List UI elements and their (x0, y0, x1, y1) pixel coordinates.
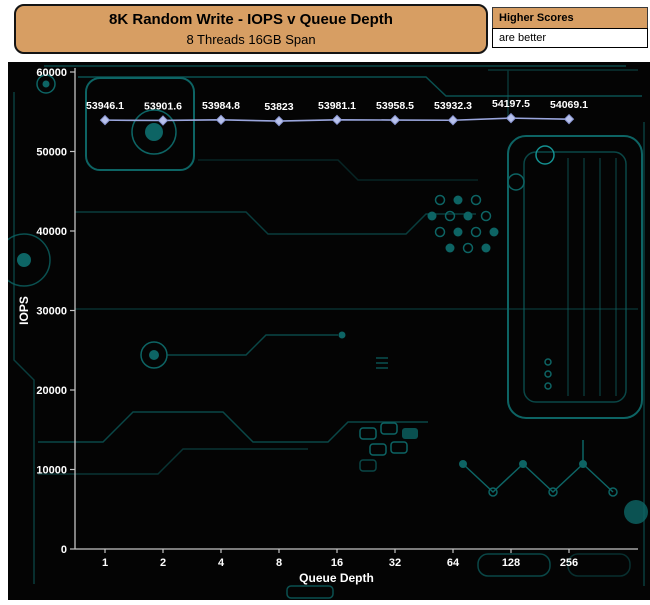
data-point-label: 54197.5 (492, 98, 530, 110)
x-tick-label: 32 (389, 557, 401, 569)
chart-subtitle: 8 Threads 16GB Span (186, 32, 316, 47)
data-point-label: 53932.3 (434, 100, 472, 112)
circuit-pattern-decoration (0, 65, 648, 599)
y-tick-label: 50000 (36, 147, 67, 159)
series-layer: 53946.1 53901.6 53984.8 53823 53981.1 53958.5… (86, 98, 588, 127)
data-point-label: 53981.1 (318, 100, 356, 112)
x-tick-label: 128 (502, 557, 520, 569)
chart-panel: 0 10000 20000 30000 40000 50000 60000 1 2 4 8 16 32 6… (0, 62, 650, 600)
data-point-marker (99, 114, 111, 126)
data-point-marker (157, 115, 169, 126)
x-tick-label: 16 (331, 557, 343, 569)
y-tick-label: 30000 (36, 306, 67, 318)
data-point-marker (389, 114, 401, 126)
data-point-marker (563, 113, 575, 125)
legend-are-better-label: are better (492, 28, 648, 48)
chart-title-banner: 8K Random Write - IOPS v Queue Depth 8 T… (14, 4, 488, 54)
x-tick-label: 64 (447, 557, 460, 569)
y-tick-label: 40000 (36, 226, 67, 238)
y-tick-label: 20000 (36, 385, 67, 397)
data-point-label: 53946.1 (86, 100, 124, 112)
page: 8K Random Write - IOPS v Queue Depth 8 T… (0, 0, 650, 600)
y-tick-label: 10000 (36, 465, 67, 477)
iops-line-chart: 0 10000 20000 30000 40000 50000 60000 1 2 4 8 16 32 6… (0, 65, 648, 599)
y-tick-label: 0 (61, 544, 67, 556)
x-tick-label: 2 (160, 557, 166, 569)
data-point-label: 53958.5 (376, 100, 414, 112)
legend: Higher Scores are better (492, 7, 648, 48)
axes-layer: 0 10000 20000 30000 40000 50000 60000 1 2 4 8 16 32 6… (17, 67, 638, 585)
x-axis-title: Queue Depth (299, 571, 374, 585)
chart-title: 8K Random Write - IOPS v Queue Depth (109, 11, 393, 28)
y-axis-title: IOPS (17, 296, 31, 325)
data-point-marker (447, 115, 459, 126)
x-tick-label: 256 (560, 557, 578, 569)
data-point-label: 53901.6 (144, 100, 182, 112)
data-point-marker (331, 114, 343, 126)
y-tick-label: 60000 (36, 67, 67, 79)
data-point-label: 53823 (264, 101, 293, 113)
data-point-marker (273, 115, 285, 127)
data-point-marker (215, 114, 227, 126)
x-tick-label: 8 (276, 557, 282, 569)
data-point-label: 53984.8 (202, 100, 240, 112)
data-point-label: 54069.1 (550, 99, 588, 111)
x-tick-label: 4 (218, 557, 225, 569)
legend-higher-scores-label: Higher Scores (492, 7, 648, 28)
x-tick-label: 1 (102, 557, 108, 569)
